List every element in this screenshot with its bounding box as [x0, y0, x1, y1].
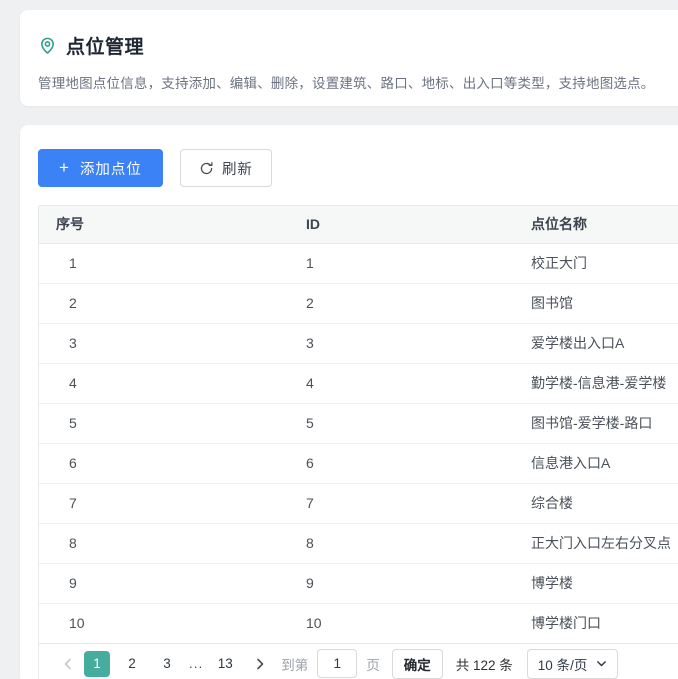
cell-index: 8	[39, 524, 289, 564]
page-description: 管理地图点位信息，支持添加、编辑、删除，设置建筑、路口、地标、出入口等类型，支持…	[38, 72, 678, 92]
page-size-value: 10 条/页	[538, 654, 588, 674]
content-card: + 添加点位 刷新 序号 ID 点位名称	[20, 125, 678, 679]
cell-index: 7	[39, 484, 289, 524]
refresh-label: 刷新	[222, 158, 253, 179]
refresh-button[interactable]: 刷新	[180, 149, 272, 187]
table-row: 9 9 博学楼	[39, 564, 678, 604]
page-button-13[interactable]: 13	[212, 651, 238, 677]
cell-name: 综合楼	[514, 484, 678, 524]
table-row: 5 5 图书馆-爱学楼-路口	[39, 404, 678, 444]
table-row: 3 3 爱学楼出入口A	[39, 324, 678, 364]
column-header-name: 点位名称	[514, 206, 678, 244]
table-row: 6 6 信息港入口A	[39, 444, 678, 484]
table-row: 4 4 勤学楼-信息港-爱学楼	[39, 364, 678, 404]
page-button-1[interactable]: 1	[84, 651, 110, 677]
chevron-left-icon[interactable]	[61, 657, 75, 671]
cell-index: 6	[39, 444, 289, 484]
cell-id: 2	[289, 284, 514, 324]
location-pin-icon	[38, 36, 57, 55]
cell-index: 10	[39, 604, 289, 644]
cell-id: 6	[289, 444, 514, 484]
cell-index: 1	[39, 244, 289, 284]
title-row: 点位管理	[38, 32, 678, 59]
page-ellipsis: ...	[189, 656, 203, 671]
cell-name: 勤学楼-信息港-爱学楼	[514, 364, 678, 404]
cell-index: 4	[39, 364, 289, 404]
table-row: 1 1 校正大门	[39, 244, 678, 284]
page-title: 点位管理	[66, 32, 144, 59]
cell-name: 图书馆	[514, 284, 678, 324]
pagination: 1 2 3 ... 13 到第 页 确定 共 122 条 10 条/页	[39, 644, 678, 679]
points-table: 序号 ID 点位名称 1 1 校正大门 2 2 图书馆 3 3	[39, 206, 678, 644]
cell-index: 2	[39, 284, 289, 324]
cell-id: 3	[289, 324, 514, 364]
table-row: 8 8 正大门入口左右分叉点	[39, 524, 678, 564]
cell-name: 爱学楼出入口A	[514, 324, 678, 364]
cell-id: 4	[289, 364, 514, 404]
page-size-select[interactable]: 10 条/页	[527, 649, 619, 679]
column-header-index: 序号	[39, 206, 289, 244]
cell-index: 3	[39, 324, 289, 364]
page-button-2[interactable]: 2	[119, 651, 145, 677]
chevron-right-icon[interactable]	[253, 657, 267, 671]
table-row: 2 2 图书馆	[39, 284, 678, 324]
cell-id: 5	[289, 404, 514, 444]
column-header-id: ID	[289, 206, 514, 244]
toolbar: + 添加点位 刷新	[38, 149, 678, 187]
cell-index: 9	[39, 564, 289, 604]
points-table-container: 序号 ID 点位名称 1 1 校正大门 2 2 图书馆 3 3	[38, 205, 678, 679]
cell-name: 正大门入口左右分叉点	[514, 524, 678, 564]
refresh-icon	[199, 161, 214, 176]
cell-id: 1	[289, 244, 514, 284]
table-row: 10 10 博学楼门口	[39, 604, 678, 644]
cell-id: 9	[289, 564, 514, 604]
confirm-button[interactable]: 确定	[392, 649, 443, 679]
cell-id: 7	[289, 484, 514, 524]
table-header-row: 序号 ID 点位名称	[39, 206, 678, 244]
plus-icon: +	[59, 158, 70, 178]
goto-page-label: 到第	[281, 654, 308, 674]
total-count-text: 共 122 条	[456, 654, 513, 674]
chevron-down-icon	[596, 658, 607, 669]
goto-page-input[interactable]	[317, 649, 357, 678]
cell-name: 信息港入口A	[514, 444, 678, 484]
add-point-button[interactable]: + 添加点位	[38, 149, 163, 187]
page-button-3[interactable]: 3	[154, 651, 180, 677]
table-row: 7 7 综合楼	[39, 484, 678, 524]
cell-name: 校正大门	[514, 244, 678, 284]
page-unit-label: 页	[366, 654, 380, 674]
cell-id: 10	[289, 604, 514, 644]
cell-name: 博学楼	[514, 564, 678, 604]
header-card: 点位管理 管理地图点位信息，支持添加、编辑、删除，设置建筑、路口、地标、出入口等…	[20, 10, 678, 106]
cell-id: 8	[289, 524, 514, 564]
add-point-label: 添加点位	[80, 158, 142, 179]
cell-index: 5	[39, 404, 289, 444]
cell-name: 图书馆-爱学楼-路口	[514, 404, 678, 444]
cell-name: 博学楼门口	[514, 604, 678, 644]
